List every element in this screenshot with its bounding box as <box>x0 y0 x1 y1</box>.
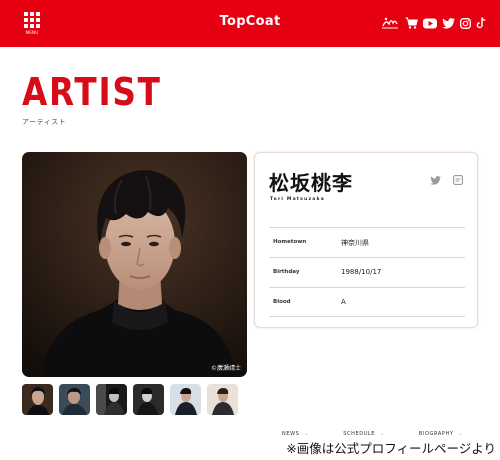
info-row-birthday: Birthday 1988/10/17 <box>269 257 465 287</box>
cart-icon[interactable] <box>405 17 418 29</box>
photo-credit: ©廣瀬靖士 <box>210 365 241 372</box>
page-title: ARTIST <box>22 70 162 114</box>
nav-label: NEWS <box>282 431 300 437</box>
page-subtitle: アーティスト <box>22 118 67 126</box>
site-header: MENU TopCoat <box>0 0 500 47</box>
artist-info-table: Hometown 神奈川県 Birthday 1988/10/17 Blood … <box>269 227 465 317</box>
info-label: Hometown <box>273 239 307 245</box>
blog-icon[interactable] <box>453 175 463 185</box>
thumbnail-4[interactable] <box>133 384 164 415</box>
chevron-down-icon: ⌄ <box>380 431 385 437</box>
thumbnail-2[interactable] <box>59 384 90 415</box>
twitter-icon[interactable] <box>442 17 455 29</box>
twitter-icon[interactable] <box>430 175 441 185</box>
instagram-icon[interactable] <box>460 17 471 29</box>
thumbnail-5[interactable] <box>170 384 201 415</box>
info-label: Blood <box>273 299 291 305</box>
nav-label: BIOGRAPHY <box>418 431 454 437</box>
artist-profile-card: 松坂桃李 Tori Matsuzaka Hometown 神奈川県 Birthd… <box>254 152 478 328</box>
chevron-down-icon: ⌄ <box>458 431 464 437</box>
nav-schedule[interactable]: SCHEDULE ⌄ <box>343 431 385 437</box>
info-value: 1988/10/17 <box>341 268 382 276</box>
header-icon-bar <box>375 14 486 32</box>
photo-thumbnails <box>22 384 244 415</box>
artist-name: 松坂桃李 <box>269 171 353 195</box>
fanclub-logo-icon[interactable] <box>380 15 400 31</box>
thumbnail-1[interactable] <box>22 384 53 415</box>
info-label: Birthday <box>273 269 300 275</box>
info-row-blood: Blood A <box>269 287 465 317</box>
menu-label: MENU <box>25 30 39 35</box>
tiktok-icon[interactable] <box>476 17 486 29</box>
nav-news[interactable]: NEWS ⌄ <box>282 431 309 437</box>
thumbnail-3[interactable] <box>96 384 127 415</box>
nav-biography[interactable]: BIOGRAPHY ⌄ <box>419 431 463 437</box>
info-value: A <box>341 298 346 306</box>
info-row-hometown: Hometown 神奈川県 <box>269 227 465 257</box>
artist-main-photo: ©廣瀬靖士 <box>22 152 247 377</box>
artist-name-romanized: Tori Matsuzaka <box>270 197 325 202</box>
artist-social-links <box>418 175 463 185</box>
thumbnail-6[interactable] <box>207 384 238 415</box>
info-value: 神奈川県 <box>341 239 369 247</box>
nav-label: SCHEDULE <box>343 431 376 437</box>
chevron-down-icon: ⌄ <box>304 431 310 437</box>
youtube-icon[interactable] <box>423 18 437 29</box>
image-source-caption: ※画像は公式プロフィールページより <box>282 438 496 457</box>
artist-section-nav: NEWS ⌄ SCHEDULE ⌄ BIOGRAPHY ⌄ <box>282 431 497 437</box>
